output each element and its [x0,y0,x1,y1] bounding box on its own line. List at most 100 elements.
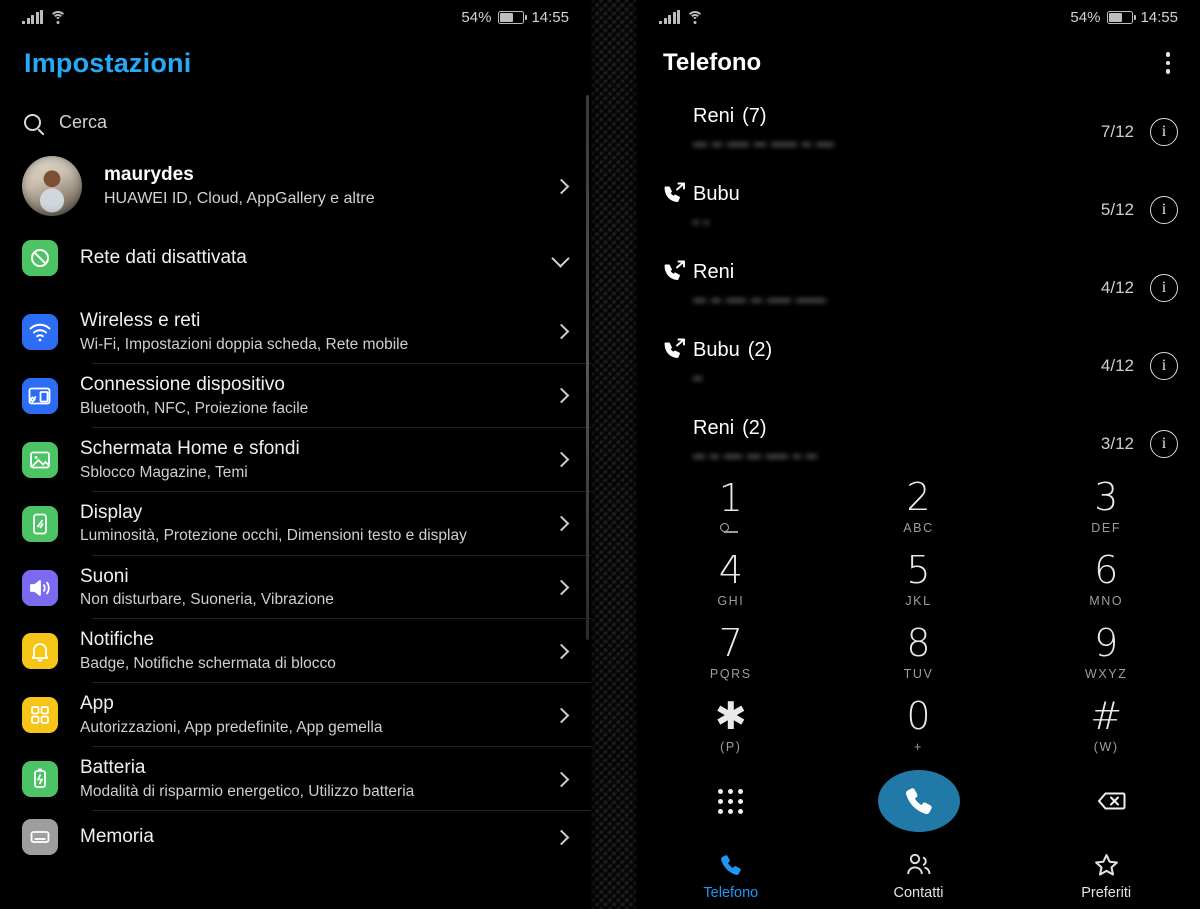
sidebar-item-memoria[interactable]: Memoria [0,811,591,863]
setting-title: Suoni [80,565,129,587]
setting-title: Schermata Home e sfondi [80,437,300,459]
sidebar-item-rete-dati[interactable]: Rete dati disattivata [0,232,591,284]
status-bar-right-icons: 54% 14:55 [461,9,569,26]
scrollbar[interactable] [586,95,589,640]
overflow-menu-icon[interactable] [1162,46,1175,80]
split-screen-divider[interactable] [591,0,637,909]
dialpad-letters: ABC [903,521,934,535]
tab-label: Telefono [703,884,759,901]
setting-title: Notifiche [80,629,154,651]
sidebar-item-batteria[interactable]: Batteria Modalità di risparmio energetic… [0,747,591,812]
clock-label: 14:55 [1140,8,1178,26]
tab-label: Preferiti [1081,884,1132,901]
clock-label: 14:55 [531,8,569,26]
search-input[interactable]: Cerca [24,104,564,140]
keypad-toggle-button[interactable] [637,788,825,814]
dialpad-row: ✱ (P) 0 + # (W) [637,689,1200,762]
call-count-text: (7) [742,105,767,127]
device-connection-icon [22,377,58,414]
dialpad-digit: 9 [1094,621,1119,665]
sidebar-item-notifiche[interactable]: Notifiche Badge, Notifiche schermata di … [0,619,591,684]
setting-text: App Autorizzazioni, App predefinite, App… [80,683,556,747]
dialpad-key-3[interactable]: 3 DEF [1012,470,1200,543]
dialpad-key-star[interactable]: ✱ (P) [637,689,825,762]
keypad-icon [718,788,744,814]
call-date: 3/12 [1100,434,1134,453]
chevron-right-icon [553,178,570,194]
dialpad-letters: PQRS [709,667,752,681]
call-number-redacted [693,214,1101,225]
dialpad-key-8[interactable]: 8 TUV [825,616,1013,689]
sidebar-item-suoni[interactable]: Suoni Non disturbare, Suoneria, Vibrazio… [0,556,591,620]
outgoing-call-icon [663,338,689,362]
battery-icon [498,10,528,24]
dialpad-digit: 1 [718,476,743,520]
setting-text: Schermata Home e sfondi Sblocco Magazine… [80,428,556,492]
chevron-right-icon [553,829,570,845]
call-log-list: Reni (7) 7/12 i Bubu 5/12 i Reni 4/12 i … [637,96,1200,486]
setting-text: Connessione dispositivo Bluetooth, NFC, … [80,364,556,428]
call-log-row[interactable]: Reni 4/12 i [637,252,1200,330]
dialpad-digit: 2 [906,475,931,519]
call-name-text: Bubu [693,183,740,205]
call-meta: 7/12 i [1101,118,1178,146]
call-log-row[interactable]: Bubu 5/12 i [637,174,1200,252]
dialpad-letters: GHI [717,594,745,608]
setting-text: Notifiche Badge, Notifiche schermata di … [80,619,556,683]
wifi-icon [686,10,703,24]
tab-preferiti[interactable]: Preferiti [1012,843,1200,909]
split-screen-root: 54% 14:55 Impostazioni Cerca maurydes HU… [0,0,1200,909]
dialpad-key-2[interactable]: 2 ABC [825,470,1013,543]
dialpad-letters: (P) [720,740,742,754]
dialpad: 1 2 ABC 3 DEF 4 GHI 5 JKL 6 MNO 7 PQRS 8… [637,470,1200,762]
avatar [22,156,82,216]
dialpad-key-6[interactable]: 6 MNO [1012,543,1200,616]
call-contact-name: Bubu (2) [693,330,1101,362]
sidebar-item-connessione-dispositivo[interactable]: Connessione dispositivo Bluetooth, NFC, … [0,364,591,428]
call-button[interactable] [877,770,960,832]
dialpad-key-9[interactable]: 9 WXYZ [1012,616,1200,689]
sidebar-item-wireless-e-reti[interactable]: Wireless e reti Wi-Fi, Impostazioni dopp… [0,300,591,364]
sidebar-item-display[interactable]: Display Luminosità, Protezione occhi, Di… [0,492,591,556]
dialpad-key-1[interactable]: 1 [637,470,825,543]
tab-contatti[interactable]: Contatti [825,843,1013,909]
chevron-down-icon[interactable] [551,248,570,268]
dialpad-key-4[interactable]: 4 GHI [637,543,825,616]
call-type-none-icon [663,416,689,440]
info-icon[interactable]: i [1150,352,1178,380]
signal-bars-icon [22,9,43,24]
dialpad-letters: DEF [1091,521,1122,535]
setting-subtitle: Wi-Fi, Impostazioni doppia scheda, Rete … [80,335,409,353]
call-info: Reni (7) [693,96,1101,147]
dialpad-digit: 6 [1094,548,1119,592]
sidebar-item-app[interactable]: App Autorizzazioni, App predefinite, App… [0,683,591,748]
info-icon[interactable]: i [1150,196,1178,224]
info-icon[interactable]: i [1150,118,1178,146]
dialpad-key-hash[interactable]: # (W) [1012,689,1200,762]
dialpad-letters: + [914,740,923,754]
call-log-row[interactable]: Bubu (2) 4/12 i [637,330,1200,408]
call-log-row[interactable]: Reni (7) 7/12 i [637,96,1200,174]
chevron-right-icon [553,771,570,787]
status-bar-right-icons: 54% 14:55 [1070,9,1178,26]
call-name-text: Bubu [693,339,740,361]
info-icon[interactable]: i [1150,274,1178,302]
dialpad-key-7[interactable]: 7 PQRS [637,616,825,689]
wifi-icon [49,10,66,24]
chevron-right-icon [553,324,570,340]
tab-telefono[interactable]: Telefono [637,843,825,909]
dialpad-key-0[interactable]: 0 + [825,689,1013,762]
account-row[interactable]: maurydes HUAWEI ID, Cloud, AppGallery e … [22,155,570,217]
dialpad-row: 4 GHI 5 JKL 6 MNO [637,543,1200,616]
info-icon[interactable]: i [1150,430,1178,458]
wallpaper-icon [22,441,58,478]
sidebar-item-schermata-home[interactable]: Schermata Home e sfondi Sblocco Magazine… [0,428,591,492]
outgoing-call-icon [663,260,689,284]
status-bar-right: 54% 14:55 [637,0,1200,34]
status-bar-left-icons [22,9,66,24]
call-number-redacted [693,136,1101,147]
call-info: Bubu (2) [693,330,1101,381]
dialpad-key-5[interactable]: 5 JKL [825,543,1013,616]
backspace-button[interactable] [1012,788,1200,814]
call-type-none-icon [663,104,689,128]
